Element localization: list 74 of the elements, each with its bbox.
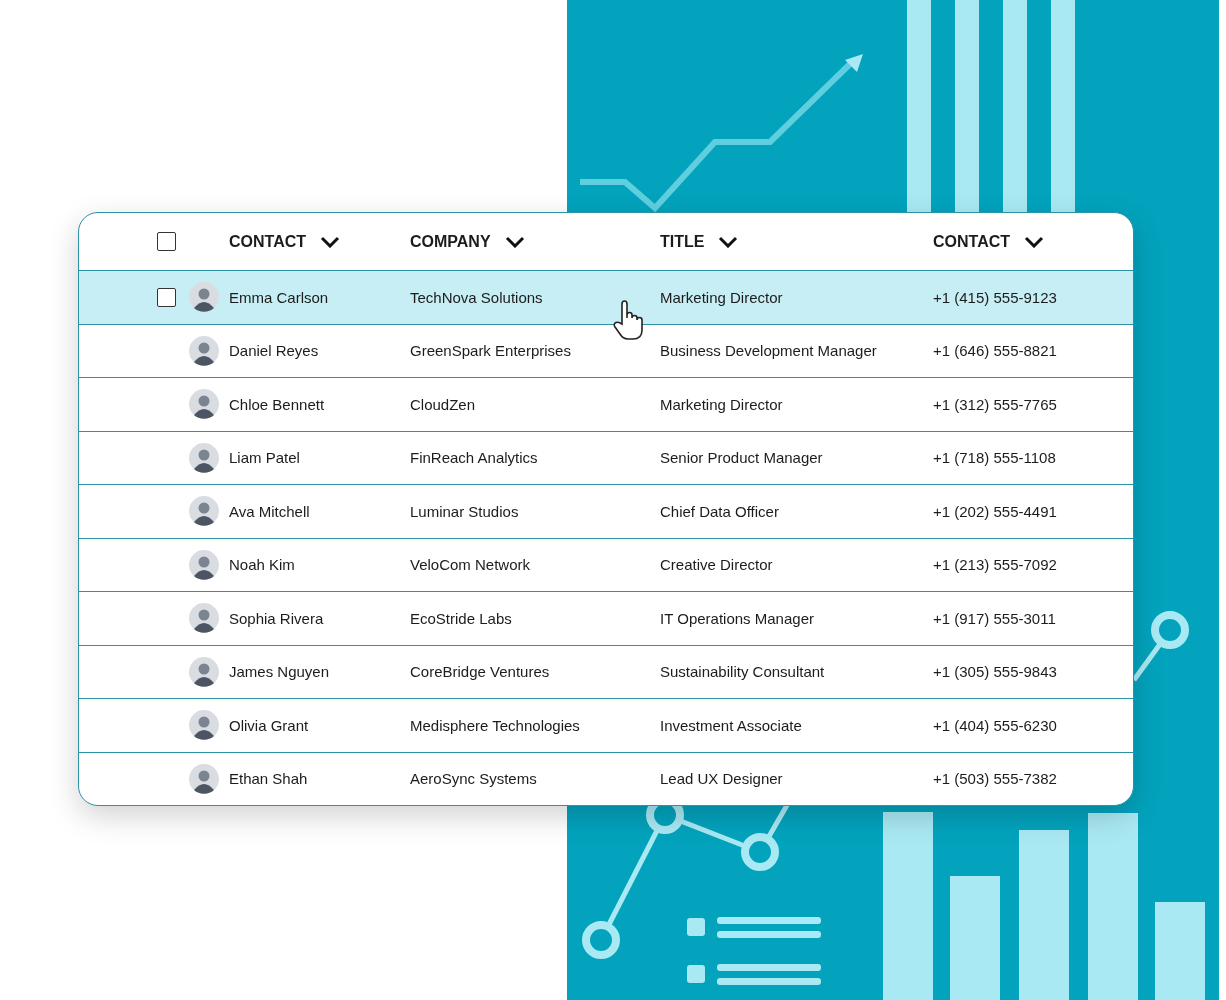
table-row[interactable]: Sophia Rivera EcoStride Labs IT Operations Manager +1 (917) 555-3011: [79, 591, 1133, 645]
contact-name: Emma Carlson: [229, 288, 330, 306]
job-title: Business Development Manager: [660, 342, 878, 360]
job-title: Sustainability Consultant: [660, 663, 826, 681]
avatar-icon: [189, 656, 219, 687]
table-row[interactable]: Ethan Shah AeroSync Systems Lead UX Designer +1 (503) 555-7382: [79, 751, 1133, 805]
avatar-icon: [189, 603, 219, 634]
hand-cursor-icon: [612, 300, 646, 340]
job-title: Senior Product Manager: [660, 449, 824, 467]
chevron-down-icon: [320, 235, 341, 248]
contact-name: Olivia Grant: [229, 716, 310, 734]
avatar-icon: [189, 335, 219, 366]
row-checkbox[interactable]: [157, 287, 176, 307]
company-name: AeroSync Systems: [410, 770, 538, 788]
company-name: GreenSpark Enterprises: [410, 342, 572, 360]
contact-name: Daniel Reyes: [229, 342, 320, 360]
avatar-icon: [189, 496, 219, 527]
column-header[interactable]: TITLE: [660, 232, 739, 251]
job-title: Marketing Director: [660, 288, 784, 306]
contact-name: Ethan Shah: [229, 770, 309, 788]
select-all-checkbox[interactable]: [157, 232, 176, 251]
contact-name: Ava Mitchell: [229, 502, 311, 520]
company-name: VeloCom Network: [410, 556, 532, 574]
phone-number: +1 (917) 555-3011: [933, 609, 1057, 627]
avatar-icon: [189, 282, 219, 313]
table-row[interactable]: Ava Mitchell Luminar Studios Chief Data Officer +1 (202) 555-4491: [79, 484, 1133, 538]
company-name: CoreBridge Ventures: [410, 663, 551, 681]
phone-number: +1 (305) 555-9843: [933, 663, 1058, 681]
graph-node: [582, 921, 620, 959]
chevron-down-icon: [1024, 235, 1045, 248]
phone-number: +1 (646) 555-8821: [933, 342, 1058, 360]
avatar-icon: [189, 763, 219, 794]
table-row[interactable]: Emma Carlson TechNova Solutions Marketing Director +1 (415) 555-9123: [79, 270, 1133, 324]
phone-number: +1 (213) 555-7092: [933, 556, 1058, 574]
table-row[interactable]: Noah Kim VeloCom Network Creative Director +1 (213) 555-7092: [79, 537, 1133, 591]
job-title: Chief Data Officer: [660, 502, 780, 520]
job-title: Lead UX Designer: [660, 770, 784, 788]
company-name: TechNova Solutions: [410, 288, 544, 306]
chevron-down-icon: [718, 235, 739, 248]
column-header[interactable]: CONTACT: [933, 232, 1045, 251]
phone-number: +1 (202) 555-4491: [933, 502, 1058, 520]
contact-name: Sophia Rivera: [229, 609, 325, 627]
phone-number: +1 (503) 555-7382: [933, 770, 1058, 788]
job-title: Investment Associate: [660, 716, 803, 734]
phone-number: +1 (718) 555-1108: [933, 449, 1057, 467]
company-name: Luminar Studios: [410, 502, 520, 520]
contact-name: Noah Kim: [229, 556, 296, 574]
table-row[interactable]: Chloe Bennett CloudZen Marketing Director +1 (312) 555-7765: [79, 377, 1133, 431]
contact-name: James Nguyen: [229, 663, 331, 681]
avatar-icon: [189, 549, 219, 580]
graph-node: [1151, 611, 1189, 649]
column-header[interactable]: COMPANY: [410, 232, 525, 251]
contact-name: Chloe Bennett: [229, 395, 326, 413]
job-title: Marketing Director: [660, 395, 784, 413]
company-name: Medisphere Technologies: [410, 716, 581, 734]
avatar-icon: [189, 710, 219, 741]
avatar-icon: [189, 389, 219, 420]
phone-number: +1 (415) 555-9123: [933, 288, 1058, 306]
job-title: IT Operations Manager: [660, 609, 815, 627]
table-row[interactable]: Liam Patel FinReach Analytics Senior Product Manager +1 (718) 555-1108: [79, 430, 1133, 484]
chevron-down-icon: [504, 235, 525, 248]
graph-node: [741, 833, 779, 871]
phone-number: +1 (312) 555-7765: [933, 395, 1058, 413]
company-name: EcoStride Labs: [410, 609, 513, 627]
list-icon: [687, 917, 821, 985]
company-name: FinReach Analytics: [410, 449, 539, 467]
phone-number: +1 (404) 555-6230: [933, 716, 1058, 734]
contact-name: Liam Patel: [229, 449, 301, 467]
column-header[interactable]: CONTACT: [229, 232, 341, 251]
job-title: Creative Director: [660, 556, 774, 574]
company-name: CloudZen: [410, 395, 477, 413]
avatar-icon: [189, 442, 219, 473]
table-row[interactable]: James Nguyen CoreBridge Ventures Sustainability Consultant +1 (305) 555-9843: [79, 644, 1133, 698]
table-row[interactable]: Olivia Grant Medisphere Technologies Investment Associate +1 (404) 555-6230: [79, 698, 1133, 752]
